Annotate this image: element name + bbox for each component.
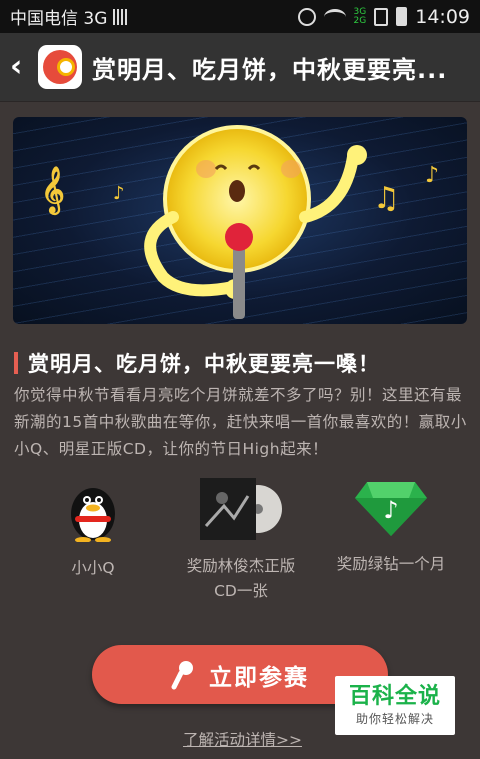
reward-item: 奖励林俊杰正版CD一张 — [186, 478, 296, 604]
music-note-icon: ♪ — [425, 163, 440, 188]
app-logo-icon — [38, 45, 82, 89]
status-bar: 中国电信 3G 3G 2G 14:09 — [0, 0, 480, 33]
music-notes-icon: ♫ — [373, 181, 400, 216]
back-icon[interactable]: ‹ — [10, 52, 38, 82]
watermark-logo: 百科全说 助你轻松解决 — [335, 676, 455, 735]
carrier-label: 中国电信 3G — [10, 9, 108, 29]
reward-label: 奖励林俊杰正版CD一张 — [186, 557, 296, 600]
singing-moon-illustration — [144, 125, 367, 319]
svg-text:♪: ♪ — [383, 496, 398, 524]
watermark-title: 百科全说 — [348, 684, 441, 709]
reward-item: 小小Q — [38, 478, 148, 581]
page-title: 赏明月、吃月饼，中秋更要亮... — [92, 55, 448, 84]
network-type-icon: 3G 2G — [353, 6, 367, 26]
clock: 14:09 — [415, 5, 470, 28]
penguin-icon — [71, 488, 115, 543]
cd-album-icon — [200, 478, 282, 540]
green-diamond-icon: ♪ — [355, 482, 427, 536]
reward-label: 奖励绿钻一个月 — [336, 555, 446, 573]
reward-item: ♪ 奖励绿钻一个月 — [336, 478, 446, 577]
microphone-icon — [171, 660, 193, 689]
music-note-icon: ♪ — [113, 183, 125, 204]
signal-icon — [113, 8, 130, 25]
sim-icon — [374, 7, 389, 26]
battery-icon — [396, 7, 408, 26]
treble-clef-icon: 𝄞 — [41, 167, 65, 213]
article-description: 你觉得中秋节看看月亮吃个月饼就差不多了吗？别！这里还有最新潮的15首中秋歌曲在等… — [14, 386, 467, 458]
heading-accent-bar — [14, 352, 18, 374]
reward-label: 小小Q — [71, 559, 115, 577]
event-details-link[interactable]: 了解活动详情>> — [183, 728, 302, 750]
wifi-icon — [323, 8, 346, 25]
join-contest-label: 立即参赛 — [209, 664, 309, 691]
watermark-subtitle: 助你轻松解决 — [355, 712, 434, 726]
article-heading: 赏明月、吃月饼，中秋更要亮一嗓！ — [14, 348, 380, 378]
alarm-icon — [297, 7, 316, 26]
event-banner-image: 𝄞 ♪ ♫ ♪ — [13, 117, 467, 324]
title-bar: ‹ 赏明月、吃月饼，中秋更要亮... — [0, 33, 480, 102]
